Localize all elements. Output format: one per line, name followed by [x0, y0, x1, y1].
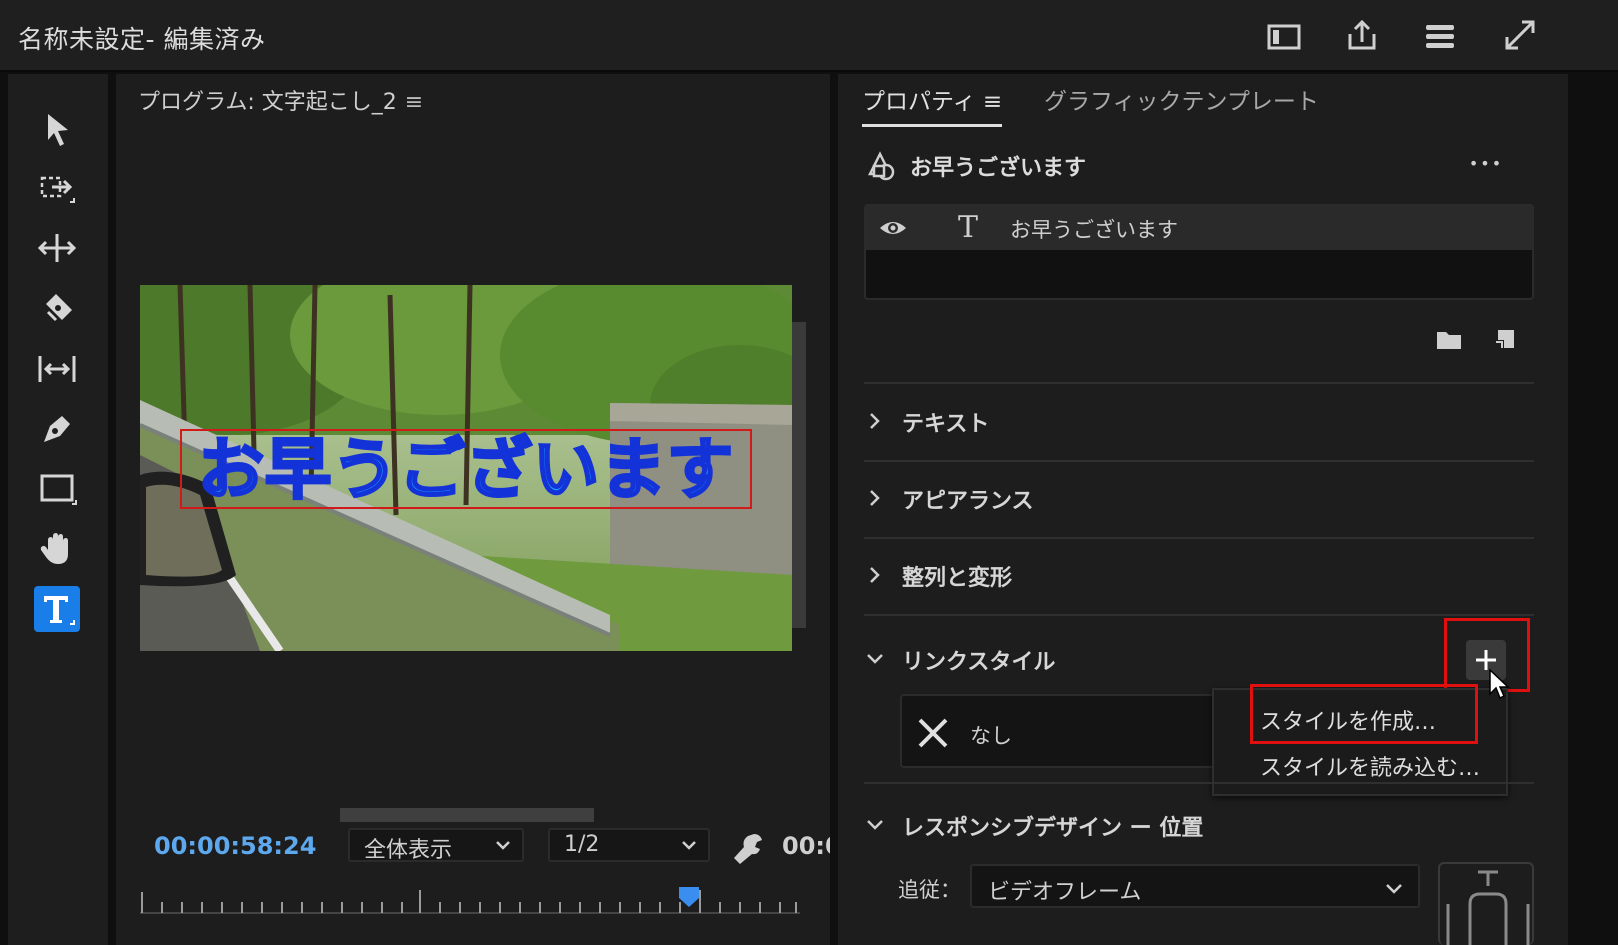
layer-list: T お早うございます: [864, 204, 1534, 300]
chevron-right-icon: [870, 490, 880, 506]
style-none-label: なし: [970, 724, 1012, 748]
panel-menu-icon[interactable]: ≡: [405, 90, 423, 115]
zoom-level-dropdown[interactable]: 全体表示: [348, 828, 524, 863]
tools-panel: [8, 74, 108, 945]
title-overlay-text: お早うございます: [197, 430, 735, 510]
section-text[interactable]: テキスト: [864, 400, 1534, 444]
fullscreen-icon[interactable]: [1500, 18, 1540, 54]
highlight-box: [1444, 618, 1530, 692]
section-label: リンクスタイル: [902, 650, 1056, 675]
follow-value: ビデオフレーム: [988, 880, 1142, 905]
divider: [864, 782, 1534, 784]
section-responsive-design[interactable]: レスポンシブデザイン ー 位置: [864, 804, 1534, 848]
new-layer-icon[interactable]: [1490, 326, 1520, 352]
graphic-name: お早うございます: [910, 156, 1087, 181]
section-label: 整列と変形: [902, 566, 1013, 591]
pen-icon[interactable]: [34, 406, 80, 452]
eye-visibility-icon[interactable]: [878, 216, 908, 240]
rectangle-icon[interactable]: [34, 466, 80, 512]
section-label: テキスト: [902, 412, 990, 437]
chevron-down-icon: [496, 841, 510, 850]
divider: [864, 460, 1534, 462]
window-title: 名称未設定- 編集済み: [18, 25, 266, 54]
section-track-styles[interactable]: リンクスタイル: [864, 638, 1534, 682]
section-label: アピアランス: [902, 489, 1034, 514]
graphic-shapes-icon: [867, 151, 895, 181]
track-select-forward-icon[interactable]: [34, 166, 80, 212]
chevron-down-icon: [867, 820, 883, 830]
tab-graphic-templates[interactable]: グラフィックテンプレート: [1044, 82, 1319, 116]
program-monitor: プログラム: 文字起こし_2 ≡ お早うございます 00:00:58:24 全体…: [116, 74, 830, 945]
section-align-transform[interactable]: 整列と変形: [864, 554, 1534, 598]
playback-resolution-dropdown[interactable]: 1/2: [548, 828, 710, 862]
share-export-icon[interactable]: [1342, 18, 1382, 54]
divider: [864, 382, 1534, 384]
text-layer-icon: T: [958, 210, 979, 245]
divider: [864, 614, 1534, 616]
time-ruler[interactable]: [140, 884, 800, 914]
zoom-level-value: 全体表示: [364, 838, 453, 863]
monitor-title[interactable]: プログラム: 文字起こし_2 ≡: [138, 84, 423, 116]
chevron-down-icon: [682, 841, 696, 850]
more-options-button[interactable]: •••: [1466, 152, 1506, 176]
duration-timecode: 00:0: [782, 832, 830, 860]
pin-to-edges-widget[interactable]: [1438, 862, 1534, 945]
video-frame[interactable]: お早うございます: [140, 285, 792, 651]
window-edge: [1568, 74, 1618, 945]
selection-tool-icon[interactable]: [34, 106, 80, 152]
chevron-down-icon: [867, 654, 883, 664]
close-x-icon: [918, 718, 948, 748]
menu-item-import-style[interactable]: スタイルを読み込む…: [1260, 750, 1480, 782]
properties-panel: プロパティ ≡ グラフィックテンプレート お早うございます ••• T お早うご…: [838, 74, 1568, 945]
highlight-box: [1250, 684, 1478, 744]
type-tool-icon[interactable]: [34, 586, 80, 632]
divider: [864, 537, 1534, 539]
section-appearance[interactable]: アピアランス: [864, 477, 1534, 521]
mouse-cursor-icon: [1489, 668, 1510, 700]
ripple-edit-icon[interactable]: [34, 226, 80, 272]
razor-icon[interactable]: [34, 286, 80, 332]
hand-icon[interactable]: [34, 526, 80, 572]
wrench-settings-icon[interactable]: [730, 830, 766, 866]
style-selector[interactable]: なし: [900, 694, 1230, 768]
vertical-scrollbar[interactable]: [792, 322, 806, 628]
playhead-timecode[interactable]: 00:00:58:24: [154, 832, 316, 860]
playback-resolution-value: 1/2: [564, 832, 600, 857]
chevron-down-icon: [1386, 884, 1402, 894]
panel-layout-icon[interactable]: [1264, 18, 1304, 54]
horizontal-scrollbar[interactable]: [340, 808, 594, 822]
layer-name: お早うございます: [1010, 218, 1178, 242]
follow-dropdown[interactable]: ビデオフレーム: [970, 864, 1420, 908]
progress-list-icon[interactable]: [1420, 18, 1460, 54]
chevron-right-icon: [870, 567, 880, 583]
folder-icon[interactable]: [1434, 326, 1464, 352]
title-bounding-box[interactable]: お早うございます: [180, 429, 752, 510]
chevron-right-icon: [870, 413, 880, 429]
pin-edges-icon: [1446, 870, 1530, 945]
tab-properties[interactable]: プロパティ ≡: [862, 82, 1003, 127]
follow-label: 追従：: [898, 878, 961, 902]
monitor-title-label: プログラム: 文字起こし_2: [138, 90, 397, 115]
title-bar: 名称未設定- 編集済み: [0, 0, 1618, 72]
slip-icon[interactable]: [34, 346, 80, 392]
layer-row[interactable]: T お早うございます: [866, 206, 1532, 250]
playhead-marker[interactable]: [678, 886, 700, 908]
section-label: レスポンシブデザイン ー 位置: [902, 816, 1204, 841]
